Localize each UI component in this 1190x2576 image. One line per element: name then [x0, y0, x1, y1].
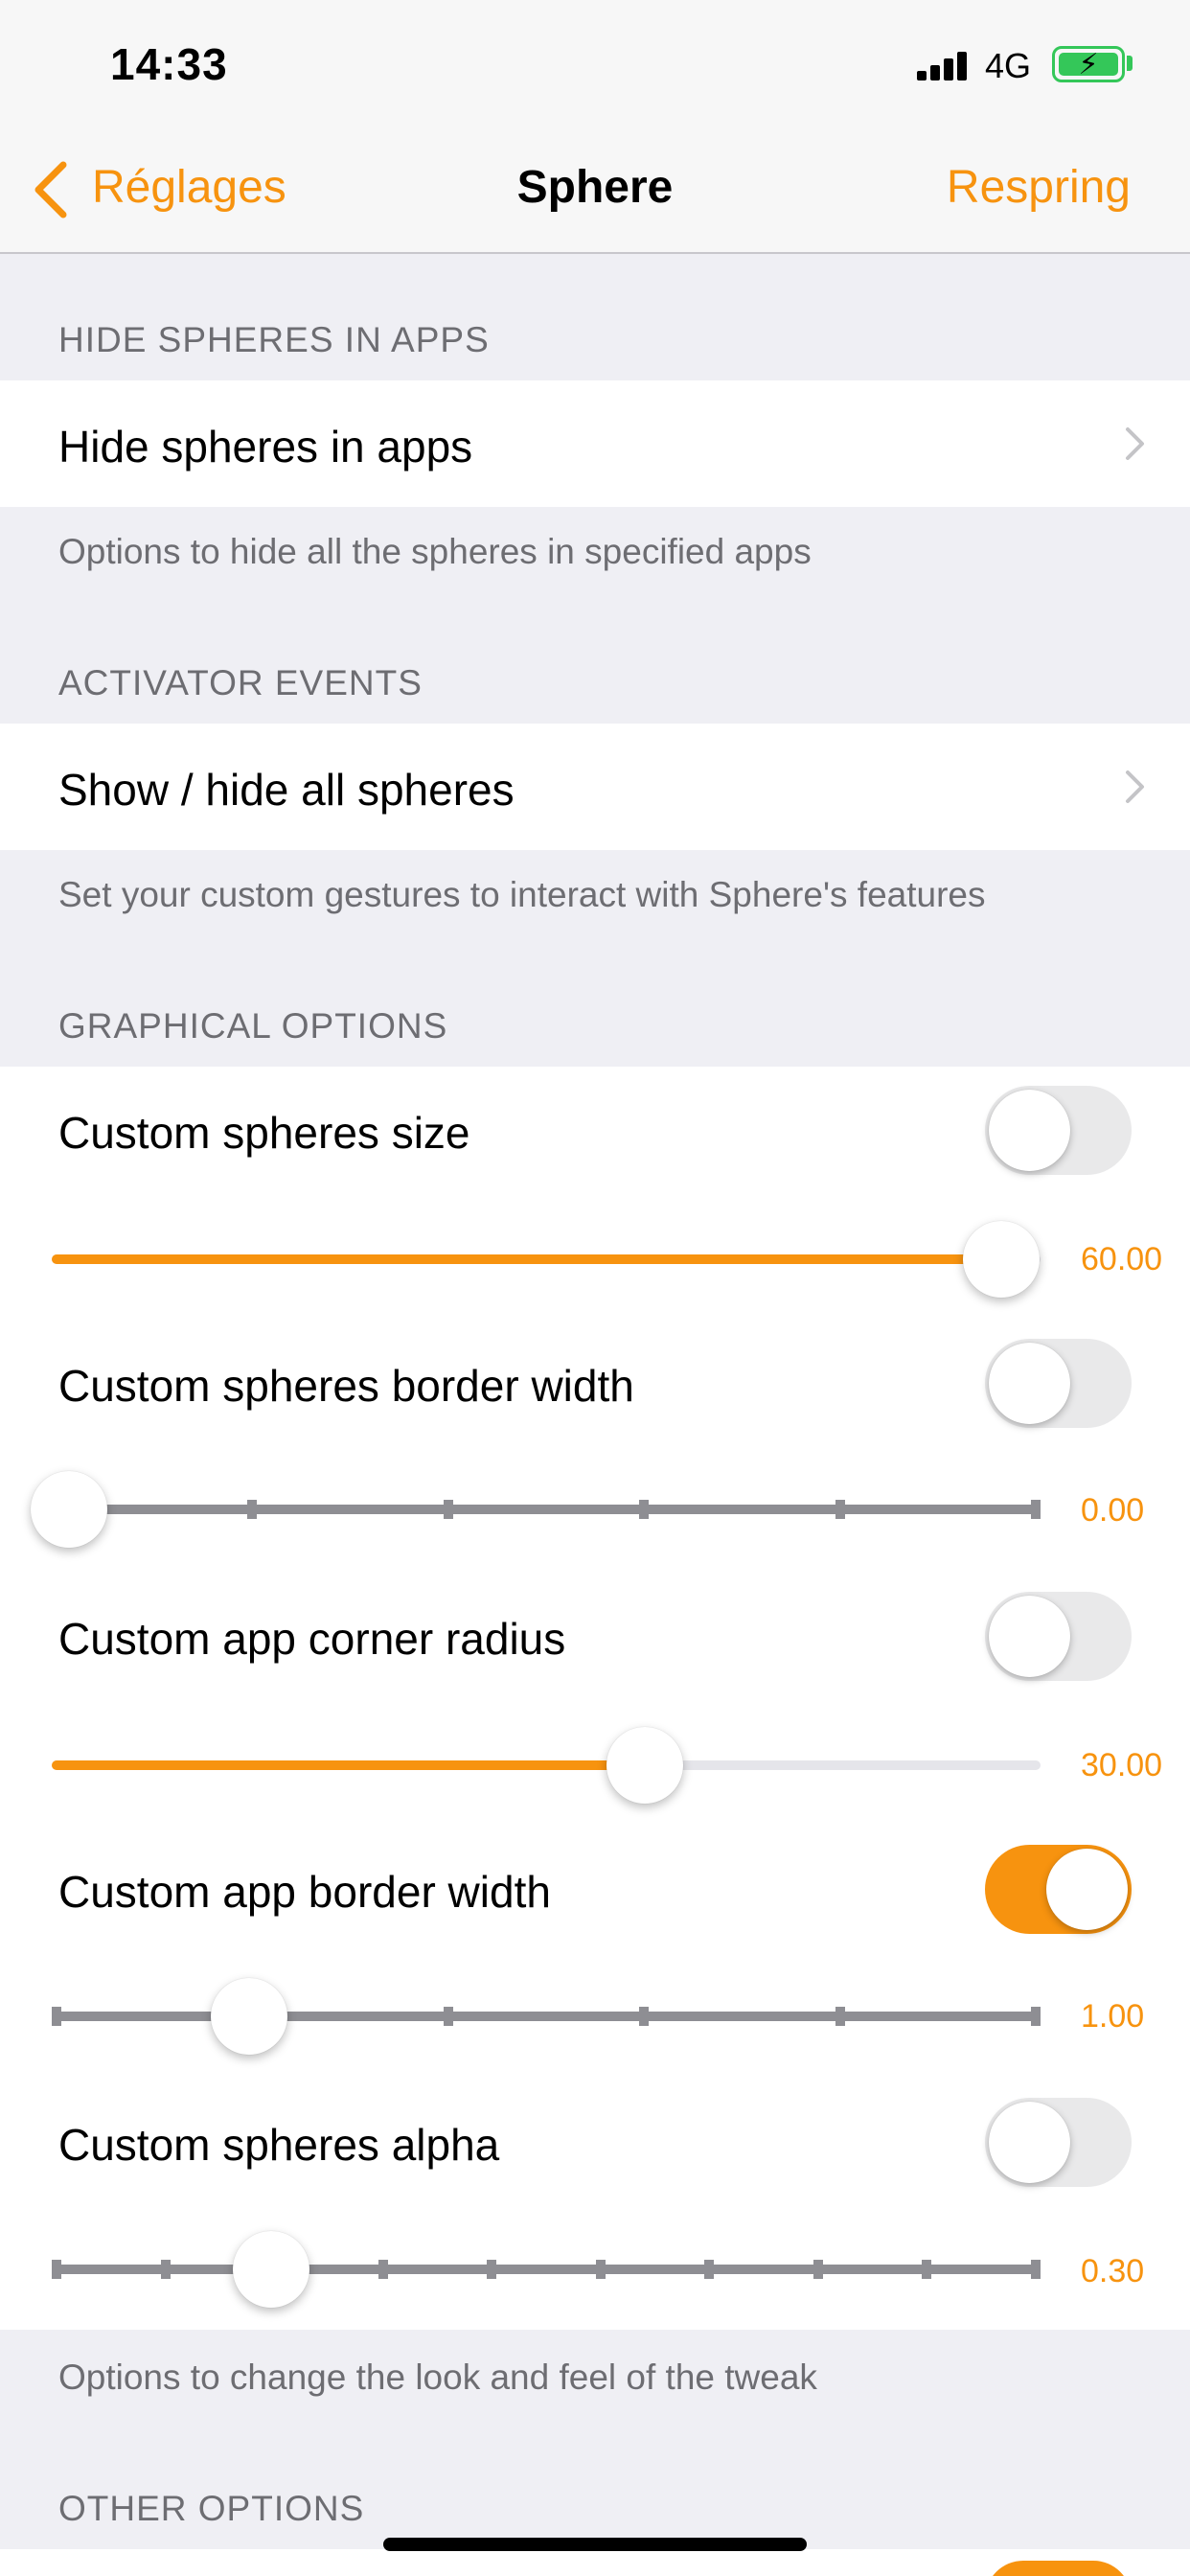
custom-corner-radius-slider[interactable] [52, 1727, 1041, 1804]
slider-tick [595, 2260, 606, 2279]
battery-charging-icon: ⚡ [1052, 46, 1125, 82]
custom-app-border-width-toggle[interactable] [985, 1845, 1132, 1934]
chevron-right-icon [1126, 427, 1144, 460]
home-indicator [383, 2538, 807, 2551]
section-header-activator: ACTIVATOR EVENTS [58, 663, 423, 702]
slider-tick [639, 2007, 650, 2026]
custom-spheres-alpha-slider[interactable] [52, 2231, 1041, 2308]
slider-thumb[interactable] [233, 2231, 310, 2308]
hide-spheres-row[interactable]: Hide spheres in apps [0, 380, 1190, 507]
slider-tick [247, 1500, 258, 1519]
slider-value: 0.30 [1081, 2253, 1145, 2289]
custom-spheres-size-slider[interactable] [52, 1221, 1041, 1298]
slider-tick [704, 2260, 715, 2279]
slider-tick [1031, 2007, 1041, 2026]
signal-strength-icon [917, 52, 969, 80]
slider-tick [835, 2007, 845, 2026]
slider-tick [639, 1500, 650, 1519]
respring-button[interactable]: Respring [947, 161, 1131, 214]
show-hide-spheres-row[interactable]: Show / hide all spheres [0, 724, 1190, 850]
slider-tick [443, 2007, 453, 2026]
option-label: Custom spheres border width [58, 1361, 634, 1411]
slider-tick [487, 2260, 497, 2279]
custom-border-width-toggle[interactable] [985, 1339, 1132, 1428]
battery-tip [1127, 56, 1133, 71]
slider-thumb[interactable] [606, 1727, 684, 1804]
section-header-other: OTHER OPTIONS [58, 2489, 365, 2528]
slider-thumb[interactable] [31, 1471, 107, 1548]
slider-thumb[interactable] [211, 1978, 288, 2055]
custom-spheres-size-toggle[interactable] [985, 1086, 1132, 1175]
hide-spheres-label: Hide spheres in apps [58, 422, 473, 472]
section-header-graphical: GRAPHICAL OPTIONS [58, 1006, 448, 1046]
network-type: 4G [985, 46, 1032, 85]
option-label: Custom app corner radius [58, 1614, 566, 1664]
option-label: Custom app border width [58, 1867, 551, 1917]
slider-thumb[interactable] [962, 1221, 1040, 1298]
slider-tick [1031, 1500, 1041, 1519]
custom-app-border-width-slider[interactable] [52, 1978, 1041, 2055]
slider-value: 0.00 [1081, 1492, 1145, 1529]
custom-spheres-alpha-toggle[interactable] [985, 2098, 1132, 2187]
status-time: 14:33 [110, 39, 228, 89]
slider-tick [1031, 2260, 1041, 2279]
option-label: Custom spheres alpha [58, 2120, 500, 2170]
slider-tick [160, 2260, 171, 2279]
slider-tick [443, 1500, 453, 1519]
slider-value: 60.00 [1081, 1241, 1163, 1277]
slider-tick [378, 2260, 388, 2279]
chevron-right-icon [1126, 770, 1144, 803]
section-footer-activator: Set your custom gestures to interact wit… [58, 875, 986, 914]
show-hide-spheres-label: Show / hide all spheres [58, 765, 515, 815]
slider-tick [812, 2260, 823, 2279]
slider-tick [835, 1500, 845, 1519]
section-header-hide: HIDE SPHERES IN APPS [58, 320, 490, 359]
custom-corner-radius-toggle[interactable] [985, 1592, 1132, 1681]
slider-tick [52, 2260, 61, 2279]
custom-border-width-slider[interactable] [31, 1471, 1041, 1548]
slider-tick [52, 2007, 61, 2026]
option-label: Custom spheres size [58, 1108, 470, 1158]
section-footer-hide: Options to hide all the spheres in speci… [58, 532, 812, 571]
slider-value: 1.00 [1081, 1998, 1145, 2035]
section-footer-graphical: Options to change the look and feel of t… [58, 2358, 817, 2397]
slider-tick [922, 2260, 932, 2279]
slider-value: 30.00 [1081, 1747, 1163, 1783]
